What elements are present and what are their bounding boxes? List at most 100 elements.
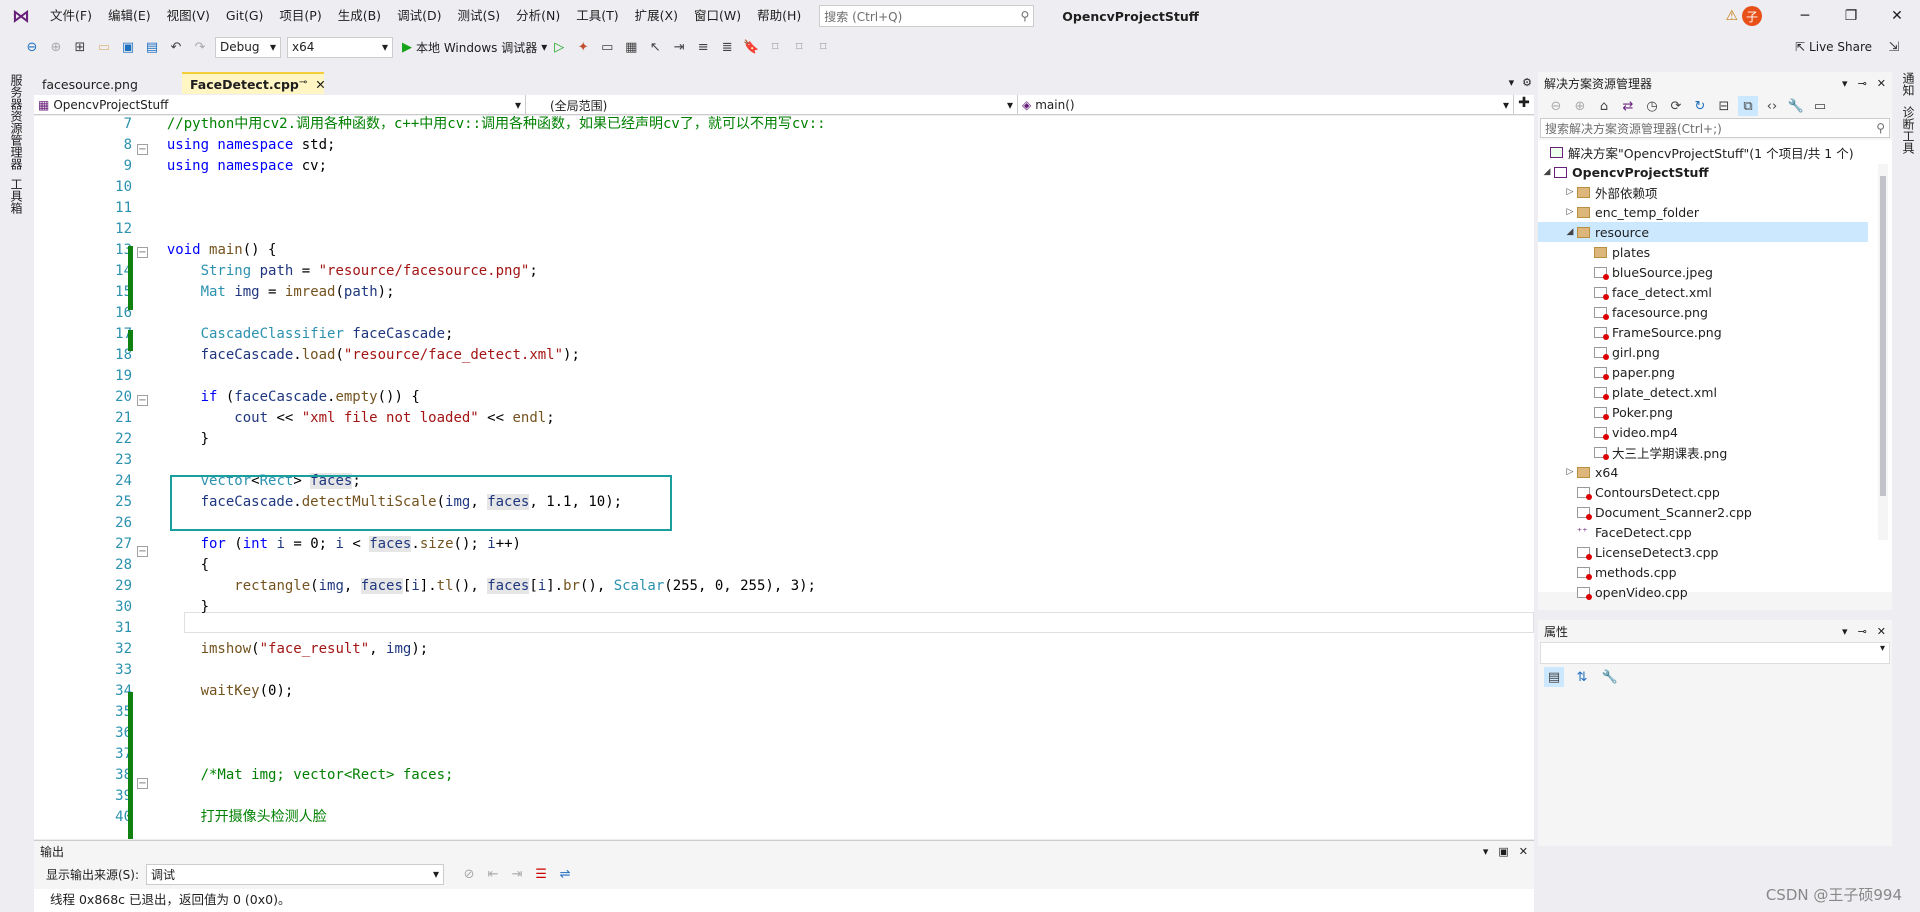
collapsed-arrow-icon[interactable]: ▷ [1563,187,1577,197]
chevron-down-icon[interactable]: ▾ [1842,77,1848,90]
menu-item[interactable]: 测试(S) [449,0,508,32]
restore-icon[interactable]: ❐ [1828,0,1874,32]
menu-item[interactable]: 扩展(X) [627,0,686,32]
collapse-all-icon[interactable]: ⊟ [1714,96,1734,116]
layout-icon[interactable]: ▦ [621,37,641,57]
toolbox-tab[interactable]: 工具箱 [8,178,25,214]
collapsed-arrow-icon[interactable]: ▷ [1563,207,1577,217]
tree-item[interactable]: facesource.png [1538,302,1868,322]
wrench-icon[interactable]: 🔧 [1786,96,1806,116]
chevron-down-icon[interactable]: ▾ [1509,76,1515,89]
save-icon[interactable]: ▣ [118,37,138,57]
diagnostics-tab[interactable]: 诊断工具 [1900,106,1917,154]
step-icon[interactable]: ⇥ [669,37,689,57]
tree-item[interactable]: ▷外部依赖项 [1538,182,1868,202]
sort-alpha-icon[interactable]: ⇅ [1572,667,1592,687]
pin-icon[interactable]: ⊸ [299,77,307,92]
browse-folder-icon[interactable]: ▭ [597,37,617,57]
chevron-down-icon[interactable]: ▾ [1842,625,1848,638]
member-select[interactable]: ◈main() ▾ [1018,95,1514,115]
menu-item[interactable]: 项目(P) [271,0,329,32]
fold-toggle[interactable]: − [137,546,148,557]
prev-message-icon[interactable]: ⇤ [483,864,503,884]
menu-item[interactable]: 视图(V) [159,0,218,32]
expanded-arrow-icon[interactable]: ◢ [1563,227,1577,237]
tree-item[interactable]: LicenseDetect3.cpp [1538,542,1868,562]
split-icon[interactable]: ✚ [1514,95,1534,114]
close-icon[interactable]: ✕ [1877,77,1886,90]
menu-item[interactable]: 编辑(E) [100,0,159,32]
tree-item[interactable]: ◢resource [1538,222,1868,242]
start-without-debug-icon[interactable]: ▷ [549,37,569,57]
code-view-icon[interactable]: ‹› [1762,96,1782,116]
new-project-icon[interactable]: ⊞ [70,37,90,57]
minimize-icon[interactable]: ─ [1782,0,1828,32]
fold-toggle[interactable]: − [137,247,148,258]
chevron-down-icon[interactable]: ▾ [1483,845,1489,858]
clear-all-icon[interactable]: ☰ [531,864,551,884]
bookmark-prev-icon[interactable]: ⌑ [765,37,785,57]
tree-scrollbar[interactable] [1878,164,1888,540]
tree-project-node[interactable]: ◢ OpencvProjectStuff [1540,162,1709,182]
close-icon[interactable]: ✕ [315,77,325,92]
menu-item[interactable]: 调试(D) [389,0,449,32]
hot-reload-icon[interactable]: ✦ [573,37,593,57]
notifications-tab[interactable]: 通知 [1900,72,1917,96]
tree-item[interactable]: ▷x64 [1538,462,1868,482]
fold-toggle[interactable]: − [137,395,148,406]
show-all-files-icon[interactable]: ⧉ [1738,96,1758,116]
tree-item[interactable]: face_detect.xml [1538,282,1868,302]
switch-view-icon[interactable]: ⇄ [1618,96,1638,116]
tree-item[interactable]: methods.cpp [1538,562,1868,582]
tab-facesource-png[interactable]: facesource.png [34,72,182,94]
menu-item[interactable]: 生成(B) [330,0,389,32]
tree-item[interactable]: blueSource.jpeg [1538,262,1868,282]
next-message-icon[interactable]: ⇥ [507,864,527,884]
close-icon[interactable]: ✕ [1877,625,1886,638]
fold-toggle[interactable]: − [137,144,148,155]
word-wrap-icon[interactable]: ⇌ [555,864,575,884]
close-icon[interactable]: ✕ [1874,0,1920,32]
solution-search-input[interactable]: 搜索解决方案资源管理器(Ctrl+;) ⚲ [1540,118,1890,138]
menu-item[interactable]: 分析(N) [508,0,568,32]
sync-icon[interactable]: ⟳ [1666,96,1686,116]
tree-item[interactable]: girl.png [1538,342,1868,362]
fold-toggle[interactable]: − [137,778,148,789]
back-icon[interactable]: ⊖ [22,37,42,57]
search-box[interactable]: 搜索 (Ctrl+Q) ⚲ [819,5,1034,27]
project-scope-select[interactable]: ▦OpencvProjectStuff ▾ [34,95,526,115]
config-select[interactable]: Debug▾ [215,37,281,58]
undo-icon[interactable]: ↶ [166,37,186,57]
output-text[interactable]: 线程 0x868c 已退出，返回值为 0 (0x0)。 [34,889,1534,912]
menu-item[interactable]: Git(G) [218,0,272,32]
tree-item[interactable]: ⁺⁺FaceDetect.cpp [1538,522,1868,542]
maximize-icon[interactable]: ▣ [1498,845,1508,858]
scrollbar-thumb[interactable] [1880,176,1886,496]
tree-item[interactable]: plate_detect.xml [1538,382,1868,402]
global-scope-select[interactable]: (全局范围) ▾ [526,95,1018,115]
platform-select[interactable]: x64▾ [287,37,393,58]
output-source-select[interactable]: 调试▾ [146,864,444,885]
back-icon[interactable]: ⊖ [1546,96,1566,116]
collapsed-arrow-icon[interactable]: ▷ [1563,467,1577,477]
tree-item[interactable]: ContoursDetect.cpp [1538,482,1868,502]
redo-icon[interactable]: ↷ [190,37,210,57]
tree-solution-node[interactable]: 解决方案"OpencvProjectStuff"(1 个项目/共 1 个) [1550,142,1854,162]
tree-item[interactable]: Document_Scanner2.cpp [1538,502,1868,522]
home-icon[interactable]: ⌂ [1594,96,1614,116]
tree-item[interactable]: Poker.png [1538,402,1868,422]
pin-icon[interactable]: ⊸ [1858,77,1867,90]
menu-item[interactable]: 窗口(W) [686,0,749,32]
preview-icon[interactable]: ▭ [1810,96,1830,116]
menu-item[interactable]: 工具(T) [568,0,626,32]
close-icon[interactable]: ✕ [1519,845,1528,858]
bookmark-icon[interactable]: 🔖 [741,37,761,57]
pin-icon[interactable]: ⊸ [1858,625,1867,638]
tree-item[interactable]: 大三上学期课表.png [1538,442,1868,462]
avatar[interactable]: 子 [1742,6,1762,26]
tree-item[interactable]: openVideo.cpp [1538,582,1868,602]
tree-item[interactable]: plates [1538,242,1868,262]
history-icon[interactable]: ◷ [1642,96,1662,116]
feedback-icon[interactable]: ⇲ [1884,37,1904,57]
expanded-arrow-icon[interactable]: ◢ [1540,167,1554,177]
